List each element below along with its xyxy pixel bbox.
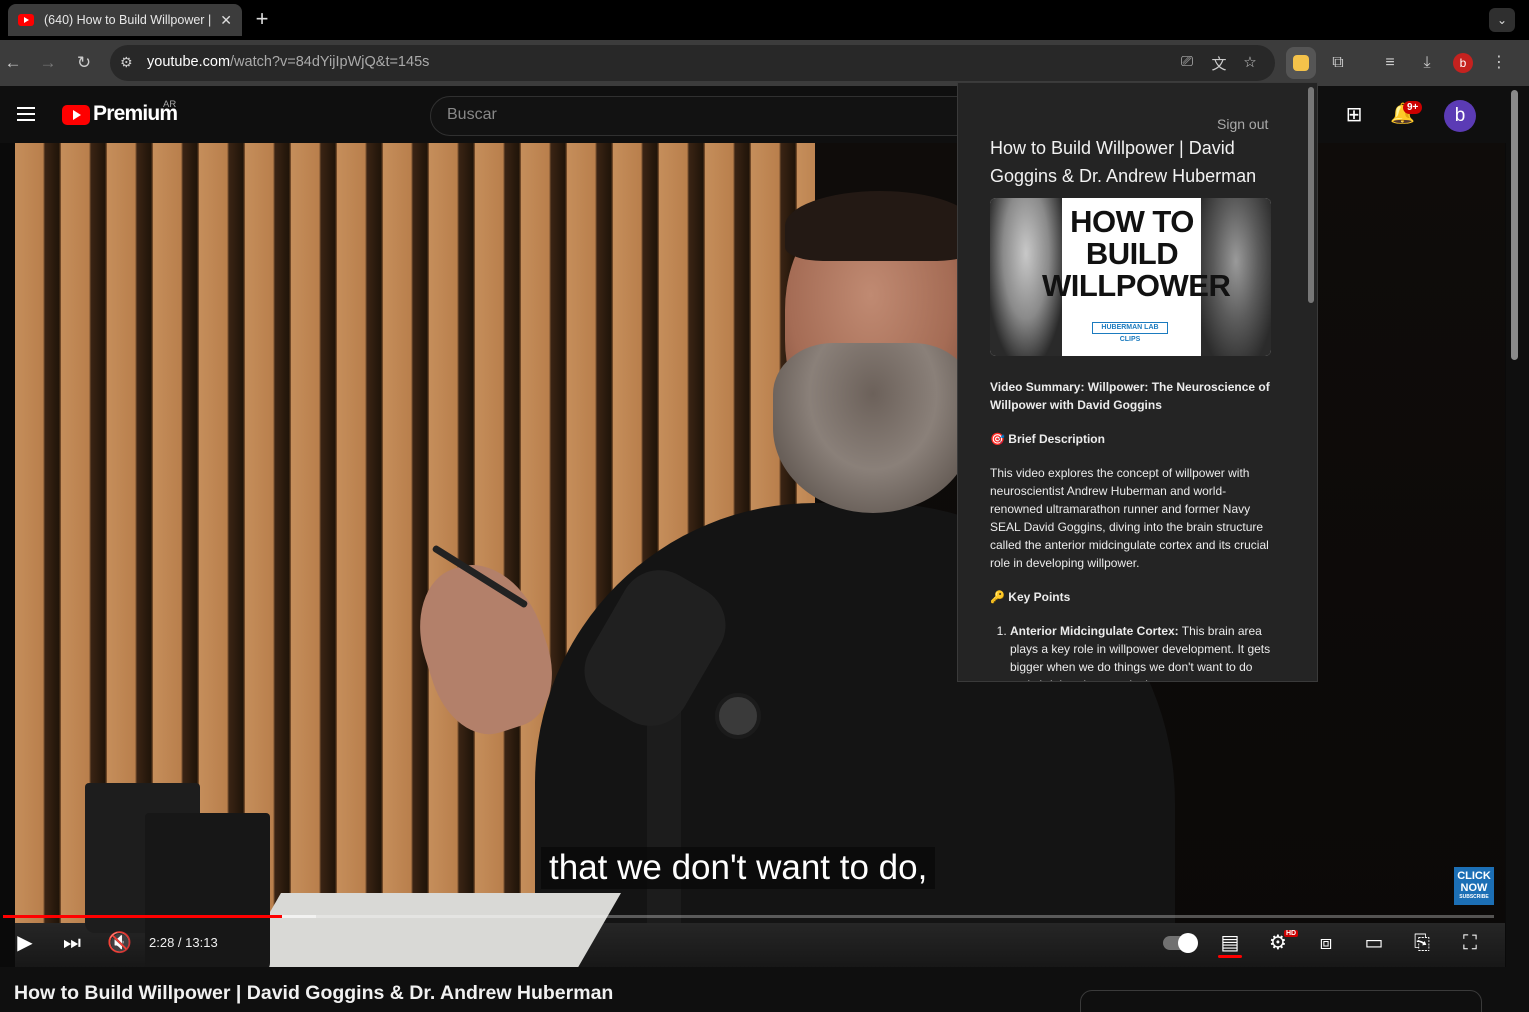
search-box[interactable] (430, 96, 990, 136)
tab-title: (640) How to Build Willpower | David Gog… (44, 13, 214, 27)
media-controls-icon[interactable]: ≡ (1379, 52, 1401, 74)
forward-arrow-icon[interactable]: → (37, 52, 59, 74)
browser-menu-kebab-icon[interactable]: ⋮ (1488, 52, 1510, 74)
hd-badge: HD (1284, 930, 1299, 937)
summary-body: Video Summary: Willpower: The Neuroscien… (990, 378, 1272, 681)
tab-close-icon[interactable]: ✕ (220, 12, 232, 29)
region-code: AR (163, 99, 177, 110)
translate-icon[interactable]: 文 (1209, 53, 1229, 74)
list-item: Anterior Midcingulate Cortex: This brain… (1010, 622, 1272, 681)
wristwatch (715, 693, 761, 739)
subscribe-watermark[interactable]: CLICK NOW SUBSCRIBE (1454, 867, 1494, 905)
reload-icon[interactable]: ↻ (73, 52, 95, 74)
hamburger-menu-icon[interactable] (17, 107, 35, 121)
sidebar-panel (1080, 990, 1482, 1012)
search-input[interactable] (447, 106, 947, 124)
video-thumbnail: HOW TO BUILD WILLPOWER HUBERMAN LAB CLIP… (990, 198, 1271, 356)
progress-bar[interactable] (3, 915, 1494, 918)
speaker-hair (785, 191, 975, 261)
cast-icon[interactable]: ⎘ (1409, 930, 1435, 956)
play-icon[interactable]: ▶ (13, 930, 37, 956)
subtitles-active-indicator (1218, 955, 1242, 958)
sign-out-link[interactable]: Sign out (1217, 116, 1268, 132)
browser-tab-active[interactable]: (640) How to Build Willpower | David Gog… (8, 4, 242, 36)
downloads-icon[interactable]: ⤓ (1416, 52, 1438, 74)
notifications-badge: 9+ (1403, 101, 1423, 114)
tab-search-chevron-icon[interactable]: ⌄ (1489, 8, 1515, 32)
key-points-heading: 🔑 Key Points (990, 590, 1071, 604)
time-display: 2:28 / 13:13 (149, 935, 218, 950)
thumbnail-sublabel: CLIPS (1119, 336, 1141, 343)
youtube-favicon-icon (18, 14, 34, 26)
thumbnail-label: HUBERMAN LAB (1092, 322, 1168, 334)
site-info-tune-icon[interactable]: ⚙ (120, 54, 133, 71)
bookmark-star-icon[interactable]: ☆ (1240, 53, 1260, 71)
install-app-icon[interactable]: ⎚ (1177, 53, 1197, 70)
fullscreen-icon[interactable]: ⛶ (1457, 930, 1483, 956)
browser-toolbar: ← → ↻ ⚙ youtube.com/watch?v=84dYijIpWjQ&… (0, 40, 1529, 86)
autoplay-toggle[interactable] (1163, 933, 1198, 953)
extensions-puzzle-icon[interactable]: ⧉ (1327, 52, 1349, 74)
miniplayer-icon[interactable]: ⧈ (1313, 930, 1339, 956)
browser-tab-strip: (640) How to Build Willpower | David Gog… (0, 0, 1529, 40)
user-avatar[interactable]: b (1444, 100, 1476, 132)
back-arrow-icon[interactable]: ← (2, 52, 24, 74)
subtitles-icon[interactable]: ▤ (1217, 930, 1243, 956)
thumbnail-headline: HOW TO BUILD WILLPOWER (1042, 204, 1231, 303)
popup-scrollbar-thumb[interactable] (1308, 87, 1314, 303)
summary-extension-popup: Sign out How to Build Willpower | David … (957, 82, 1318, 682)
theater-mode-icon[interactable]: ▭ (1361, 930, 1387, 956)
speaker-beard (773, 343, 973, 513)
url-text[interactable]: youtube.com/watch?v=84dYijIpWjQ&t=145s (147, 54, 429, 70)
key-points-list: Anterior Midcingulate Cortex: This brain… (990, 622, 1272, 681)
video-title: How to Build Willpower | David Goggins &… (14, 982, 614, 1004)
youtube-logo-icon[interactable] (62, 105, 90, 125)
mute-icon[interactable]: 🔇 (107, 930, 132, 956)
popup-scrollbar[interactable] (1307, 85, 1315, 681)
paper-sheet (229, 893, 621, 967)
address-bar[interactable]: ⚙ youtube.com/watch?v=84dYijIpWjQ&t=145s… (110, 45, 1275, 81)
brief-description-text: This video explores the concept of willp… (990, 466, 1269, 570)
closed-caption-text: that we don't want to do, (541, 847, 936, 889)
page-scrollbar[interactable] (1506, 86, 1529, 1012)
popup-video-title: How to Build Willpower | David Goggins &… (990, 138, 1257, 186)
played-bar (3, 915, 282, 918)
new-tab-button[interactable]: + (252, 7, 272, 31)
next-video-icon[interactable]: ⏭ (60, 930, 84, 956)
create-video-icon[interactable]: ⊞ (1342, 102, 1366, 127)
browser-profile-avatar[interactable]: b (1453, 53, 1473, 73)
summary-heading: Video Summary: Willpower: The Neuroscien… (990, 380, 1270, 412)
brief-description-heading: 🎯 Brief Description (990, 432, 1105, 446)
page-scrollbar-thumb[interactable] (1511, 90, 1518, 360)
summary-extension-icon[interactable] (1286, 47, 1316, 79)
